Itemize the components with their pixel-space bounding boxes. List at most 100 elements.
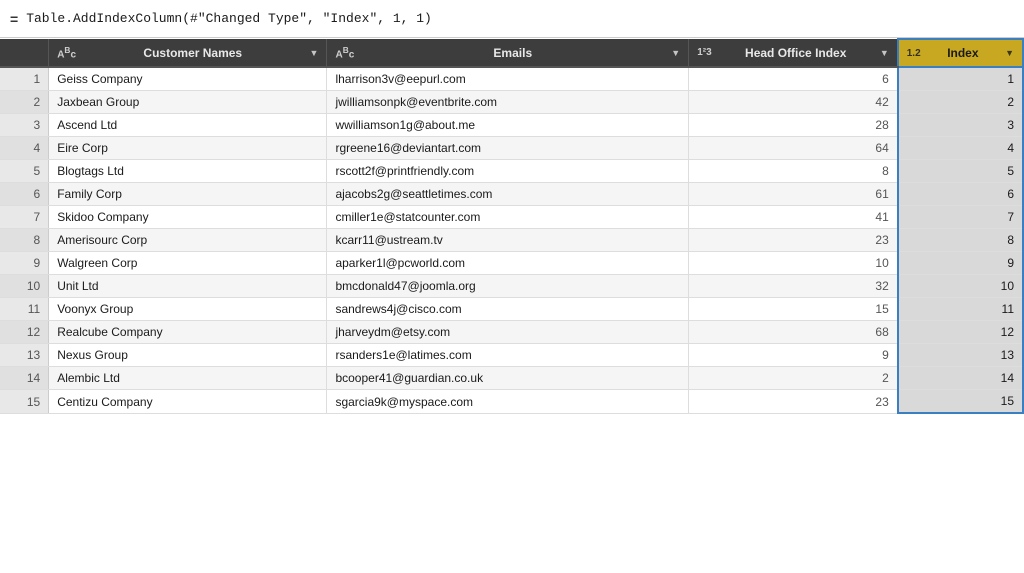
- customer-name-cell: Unit Ltd: [49, 275, 327, 298]
- row-number-cell: 9: [0, 252, 49, 275]
- customer-name-cell: Walgreen Corp: [49, 252, 327, 275]
- col-header-head-office-index[interactable]: 1²3 Head Office Index ▼: [689, 39, 898, 67]
- head-office-cell: 9: [689, 344, 898, 367]
- index-value-cell: 13: [898, 344, 1023, 367]
- customer-name-cell: Ascend Ltd: [49, 114, 327, 137]
- email-cell: jwilliamsonpk@eventbrite.com: [327, 91, 689, 114]
- row-number-cell: 15: [0, 390, 49, 414]
- email-cell: rsanders1e@latimes.com: [327, 344, 689, 367]
- head-office-cell: 10: [689, 252, 898, 275]
- row-number-cell: 5: [0, 160, 49, 183]
- index-type-icon: 1.2: [907, 48, 921, 59]
- head-office-cell: 2: [689, 367, 898, 390]
- index-label: Index: [925, 46, 1001, 60]
- head-office-cell: 42: [689, 91, 898, 114]
- head-office-cell: 23: [689, 229, 898, 252]
- table-row: 10 Unit Ltd bmcdonald47@joomla.org 32 10: [0, 275, 1023, 298]
- table-row: 12 Realcube Company jharveydm@etsy.com 6…: [0, 321, 1023, 344]
- head-office-type-icon: 1²3: [697, 47, 711, 58]
- email-cell: jharveydm@etsy.com: [327, 321, 689, 344]
- row-number-cell: 1: [0, 67, 49, 91]
- email-cell: bmcdonald47@joomla.org: [327, 275, 689, 298]
- index-value-cell: 6: [898, 183, 1023, 206]
- head-office-cell: 61: [689, 183, 898, 206]
- row-number-cell: 7: [0, 206, 49, 229]
- email-cell: aparker1l@pcworld.com: [327, 252, 689, 275]
- table-body: 1 Geiss Company lharrison3v@eepurl.com 6…: [0, 67, 1023, 413]
- customer-names-dropdown-icon[interactable]: ▼: [310, 48, 319, 58]
- index-value-cell: 10: [898, 275, 1023, 298]
- email-cell: cmiller1e@statcounter.com: [327, 206, 689, 229]
- customer-name-cell: Alembic Ltd: [49, 367, 327, 390]
- email-cell: ajacobs2g@seattletimes.com: [327, 183, 689, 206]
- email-cell: lharrison3v@eepurl.com: [327, 67, 689, 91]
- table-row: 7 Skidoo Company cmiller1e@statcounter.c…: [0, 206, 1023, 229]
- row-number-cell: 14: [0, 367, 49, 390]
- table-row: 2 Jaxbean Group jwilliamsonpk@eventbrite…: [0, 91, 1023, 114]
- row-number-cell: 6: [0, 183, 49, 206]
- index-value-cell: 8: [898, 229, 1023, 252]
- head-office-cell: 68: [689, 321, 898, 344]
- row-num-header: [0, 39, 49, 67]
- email-cell: rgreene16@deviantart.com: [327, 137, 689, 160]
- table-row: 5 Blogtags Ltd rscott2f@printfriendly.co…: [0, 160, 1023, 183]
- index-value-cell: 1: [898, 67, 1023, 91]
- formula-text: Table.AddIndexColumn(#"Changed Type", "I…: [26, 11, 432, 26]
- customer-name-cell: Skidoo Company: [49, 206, 327, 229]
- head-office-cell: 6: [689, 67, 898, 91]
- customer-name-cell: Realcube Company: [49, 321, 327, 344]
- head-office-cell: 32: [689, 275, 898, 298]
- customer-name-cell: Eire Corp: [49, 137, 327, 160]
- index-value-cell: 2: [898, 91, 1023, 114]
- customer-name-cell: Voonyx Group: [49, 298, 327, 321]
- row-number-cell: 4: [0, 137, 49, 160]
- table-row: 1 Geiss Company lharrison3v@eepurl.com 6…: [0, 67, 1023, 91]
- table-row: 4 Eire Corp rgreene16@deviantart.com 64 …: [0, 137, 1023, 160]
- index-value-cell: 12: [898, 321, 1023, 344]
- head-office-label: Head Office Index: [716, 46, 876, 60]
- header-row: ABc Customer Names ▼ ABc Emails ▼ 1²3: [0, 39, 1023, 67]
- customer-names-label: Customer Names: [80, 46, 306, 60]
- table-row: 8 Amerisourc Corp kcarr11@ustream.tv 23 …: [0, 229, 1023, 252]
- row-number-cell: 8: [0, 229, 49, 252]
- col-header-emails[interactable]: ABc Emails ▼: [327, 39, 689, 67]
- head-office-cell: 8: [689, 160, 898, 183]
- table-row: 6 Family Corp ajacobs2g@seattletimes.com…: [0, 183, 1023, 206]
- email-cell: sgarcia9k@myspace.com: [327, 390, 689, 414]
- emails-dropdown-icon[interactable]: ▼: [671, 48, 680, 58]
- row-number-cell: 13: [0, 344, 49, 367]
- head-office-cell: 23: [689, 390, 898, 414]
- row-number-cell: 10: [0, 275, 49, 298]
- email-cell: sandrews4j@cisco.com: [327, 298, 689, 321]
- row-number-cell: 2: [0, 91, 49, 114]
- index-value-cell: 4: [898, 137, 1023, 160]
- data-table: ABc Customer Names ▼ ABc Emails ▼ 1²3: [0, 38, 1024, 414]
- head-office-cell: 28: [689, 114, 898, 137]
- table-row: 3 Ascend Ltd wwilliamson1g@about.me 28 3: [0, 114, 1023, 137]
- email-cell: kcarr11@ustream.tv: [327, 229, 689, 252]
- col-header-customer-names[interactable]: ABc Customer Names ▼: [49, 39, 327, 67]
- table-row: 14 Alembic Ltd bcooper41@guardian.co.uk …: [0, 367, 1023, 390]
- row-number-cell: 3: [0, 114, 49, 137]
- table-row: 13 Nexus Group rsanders1e@latimes.com 9 …: [0, 344, 1023, 367]
- table-row: 11 Voonyx Group sandrews4j@cisco.com 15 …: [0, 298, 1023, 321]
- col-header-index[interactable]: 1.2 Index ▼: [898, 39, 1023, 67]
- table-row: 15 Centizu Company sgarcia9k@myspace.com…: [0, 390, 1023, 414]
- head-office-cell: 41: [689, 206, 898, 229]
- email-cell: rscott2f@printfriendly.com: [327, 160, 689, 183]
- table-row: 9 Walgreen Corp aparker1l@pcworld.com 10…: [0, 252, 1023, 275]
- formula-bar: = Table.AddIndexColumn(#"Changed Type", …: [0, 0, 1024, 38]
- index-dropdown-icon[interactable]: ▼: [1005, 48, 1014, 58]
- customer-name-cell: Geiss Company: [49, 67, 327, 91]
- index-value-cell: 3: [898, 114, 1023, 137]
- head-office-dropdown-icon[interactable]: ▼: [880, 48, 889, 58]
- index-value-cell: 14: [898, 367, 1023, 390]
- formula-equals-sign: =: [10, 11, 18, 27]
- email-cell: bcooper41@guardian.co.uk: [327, 367, 689, 390]
- table-container: ABc Customer Names ▼ ABc Emails ▼ 1²3: [0, 38, 1024, 573]
- index-value-cell: 7: [898, 206, 1023, 229]
- email-cell: wwilliamson1g@about.me: [327, 114, 689, 137]
- head-office-cell: 64: [689, 137, 898, 160]
- index-value-cell: 11: [898, 298, 1023, 321]
- index-value-cell: 9: [898, 252, 1023, 275]
